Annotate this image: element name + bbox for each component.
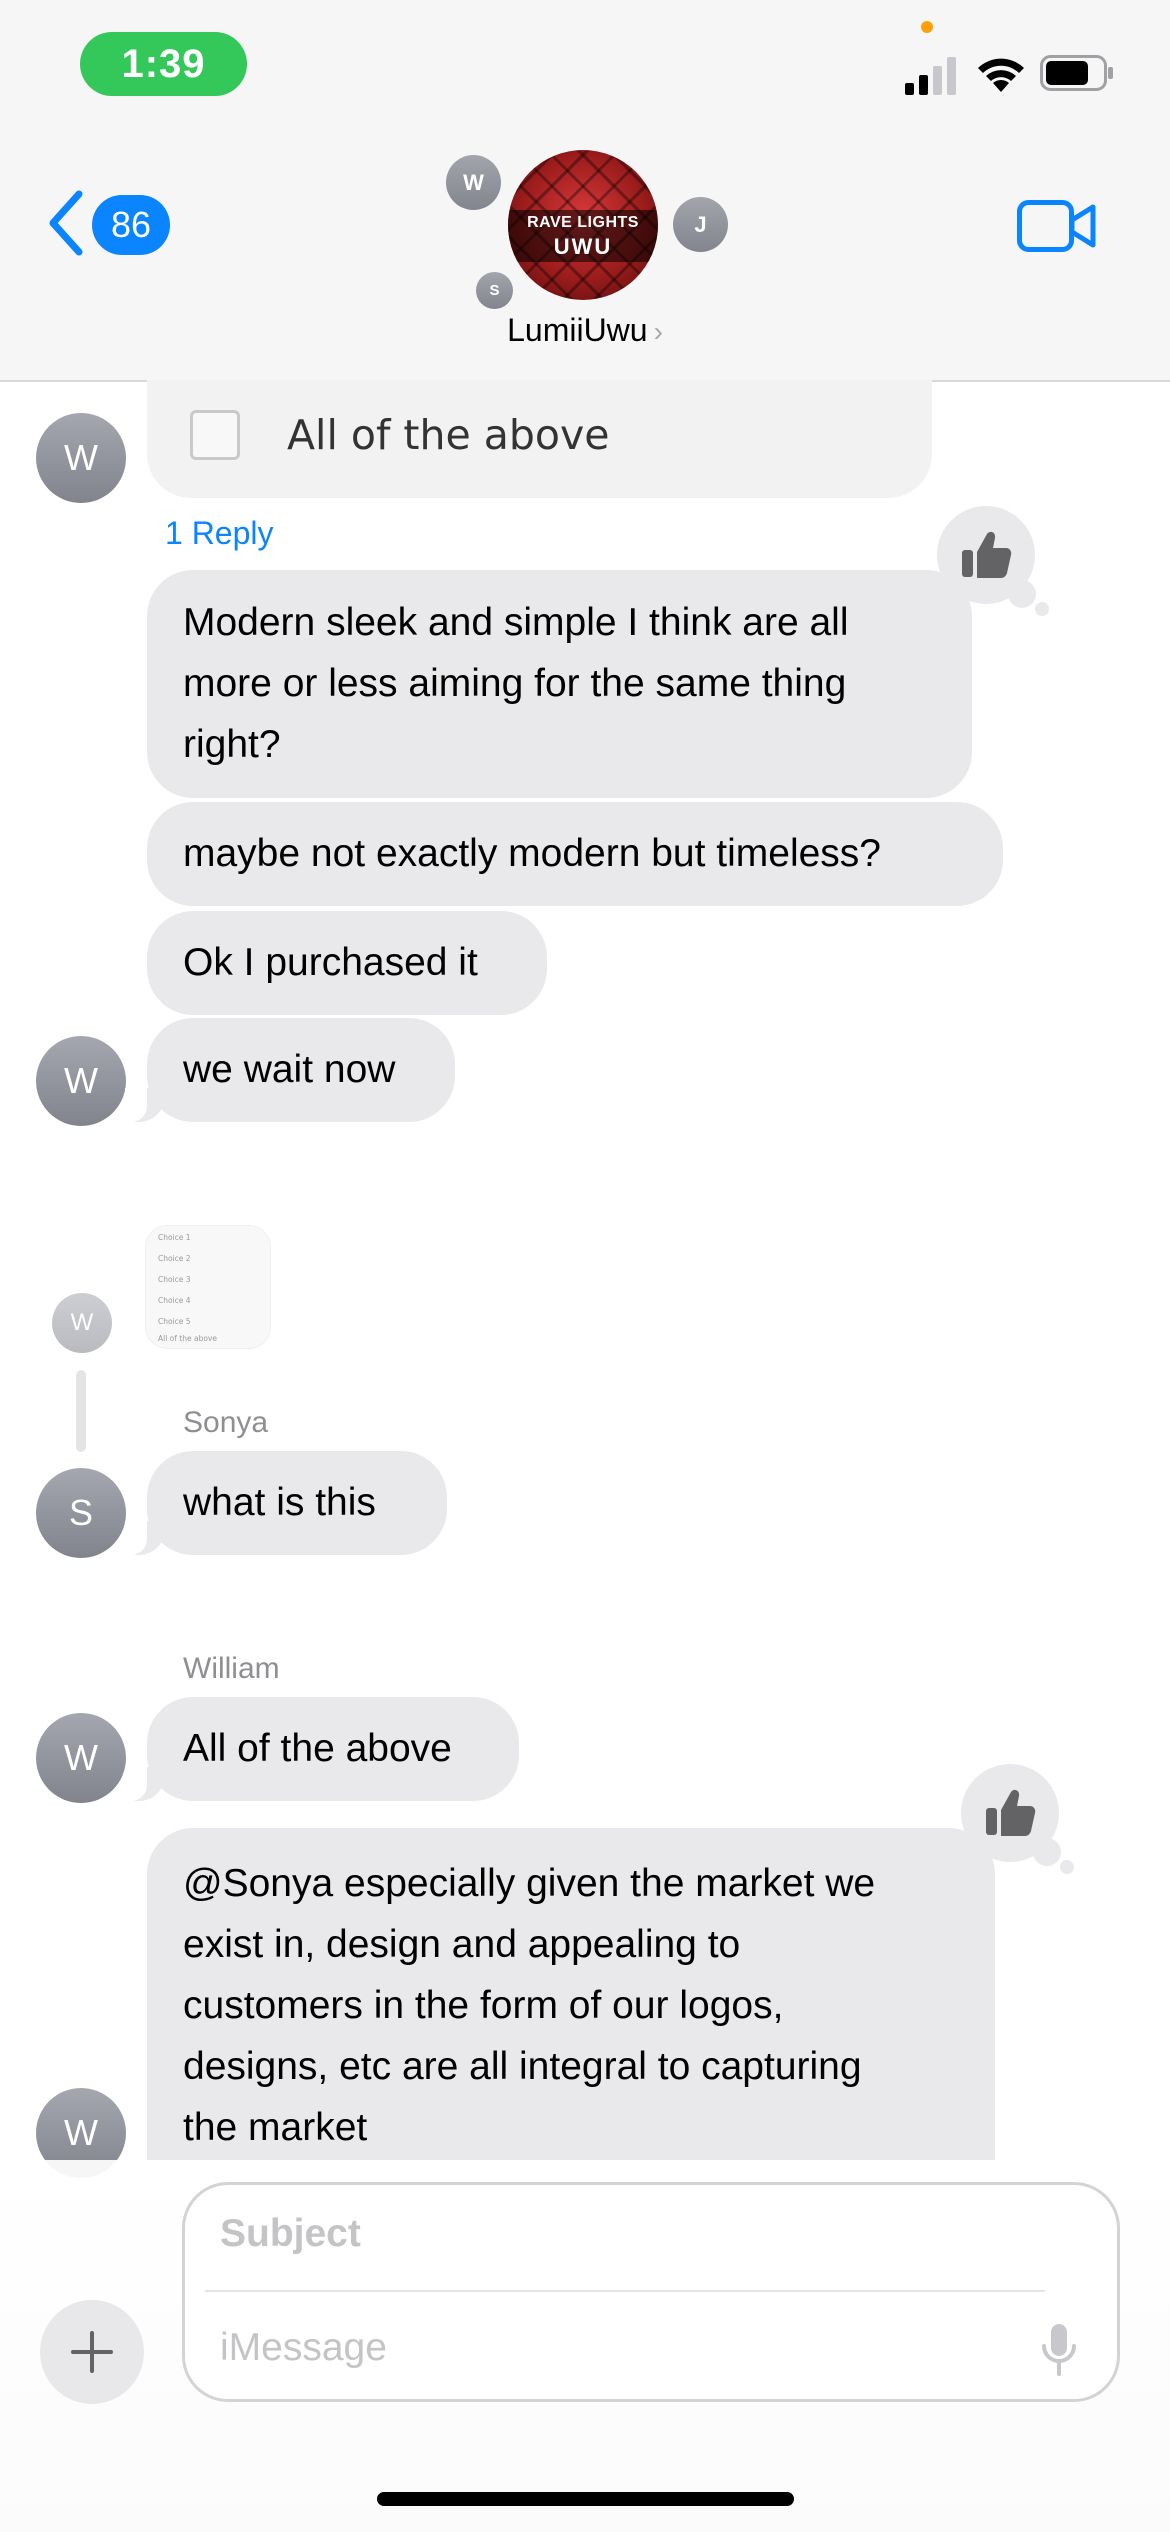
- imessage-input[interactable]: iMessage: [220, 2326, 387, 2370]
- message-bubble[interactable]: All of the above: [125, 1697, 519, 1801]
- status-time: 1:39: [80, 32, 247, 96]
- tapback-tail-dot: [1060, 1860, 1074, 1874]
- thumbnail-text: All of the above: [158, 1334, 217, 1343]
- thumbnail-text: Choice 4: [158, 1296, 191, 1305]
- sender-name: William: [183, 1652, 280, 1685]
- message-text: All of the above: [183, 1727, 452, 1770]
- participant-avatar-w: W: [446, 155, 501, 210]
- thumbnail-text: Choice 3: [158, 1275, 191, 1284]
- message-line: Modern sleek and simple I think are all: [183, 601, 849, 644]
- thumbnail-text: Choice 2: [158, 1254, 191, 1263]
- subject-input[interactable]: Subject: [220, 2212, 361, 2256]
- cellular-signal-icon: [905, 57, 956, 95]
- avatar[interactable]: W: [36, 1036, 126, 1126]
- tapback-tail-dot: [1008, 580, 1036, 608]
- thumbnail-text: Choice 1: [158, 1233, 191, 1242]
- message-bubble[interactable]: what is this: [125, 1451, 447, 1555]
- plus-icon: [71, 2331, 113, 2373]
- chevron-left-icon[interactable]: [45, 188, 85, 258]
- home-indicator[interactable]: [377, 2492, 794, 2506]
- video-camera-icon[interactable]: [1017, 198, 1097, 254]
- message-bubble[interactable]: maybe not exactly modern but timeless?: [147, 802, 1003, 906]
- participant-avatar-s: S: [476, 272, 513, 309]
- chevron-right-icon: ›: [653, 316, 663, 347]
- message-line: right?: [183, 723, 281, 766]
- group-photo-text-line2: UWU: [553, 234, 613, 259]
- tapback-tail-dot: [1035, 602, 1049, 616]
- checkbox-icon: [190, 410, 240, 460]
- thumbs-up-glyph: [962, 531, 1012, 578]
- group-photo[interactable]: RAVE LIGHTS UWU: [508, 150, 658, 300]
- sender-name: Sonya: [183, 1406, 269, 1439]
- avatar[interactable]: W: [36, 1713, 126, 1803]
- message-bubble[interactable]: we wait now: [125, 1018, 455, 1122]
- group-name-button[interactable]: LumiiUwu ›: [0, 312, 1170, 349]
- message-bubble[interactable]: Modern sleek and simple I think are all …: [147, 570, 972, 798]
- thread-reply-link[interactable]: 1 Reply: [165, 515, 274, 552]
- thumbs-up-glyph: [986, 1789, 1036, 1836]
- thumbs-up-icon[interactable]: [961, 1764, 1059, 1862]
- thread-connector-line: [76, 1370, 86, 1452]
- thumbnail-text: Choice 5: [158, 1317, 191, 1326]
- message-line: more or less aiming for the same thing: [183, 662, 847, 705]
- message-line: exist in, design and appealing to: [183, 1923, 741, 1966]
- message-preview-text: All of the above: [287, 411, 610, 459]
- message-line: @Sonya especially given the market we: [183, 1862, 876, 1905]
- wifi-icon: [978, 58, 1024, 92]
- message-line: customers in the form of our logos,: [183, 1984, 784, 2027]
- privacy-indicator-dot: [921, 21, 933, 33]
- back-unread-count-badge[interactable]: 86: [92, 195, 170, 255]
- message-line: designs, etc are all integral to capturi…: [183, 2045, 862, 2088]
- message-line: the market: [183, 2106, 368, 2149]
- battery-icon: [1040, 55, 1113, 91]
- plus-button[interactable]: [40, 2300, 144, 2404]
- group-photo-text-line1: RAVE LIGHTS: [527, 214, 639, 231]
- compose-divider: [205, 2290, 1045, 2292]
- message-text: what is this: [183, 1481, 376, 1524]
- avatar[interactable]: S: [36, 1468, 126, 1558]
- avatar[interactable]: W: [36, 413, 126, 503]
- group-name-label: LumiiUwu: [507, 312, 648, 348]
- message-bubble[interactable]: Ok I purchased it: [147, 911, 547, 1015]
- image-attachment-thumbnail[interactable]: Choice 1 Choice 2 Choice 3 Choice 4 Choi…: [145, 1225, 271, 1349]
- microphone-icon[interactable]: [1040, 2322, 1078, 2378]
- message-text: we wait now: [183, 1048, 396, 1091]
- avatar-faded: W: [52, 1293, 112, 1353]
- participant-avatar-j: J: [673, 197, 728, 252]
- message-bubble[interactable]: @Sonya especially given the market we ex…: [147, 1828, 995, 2160]
